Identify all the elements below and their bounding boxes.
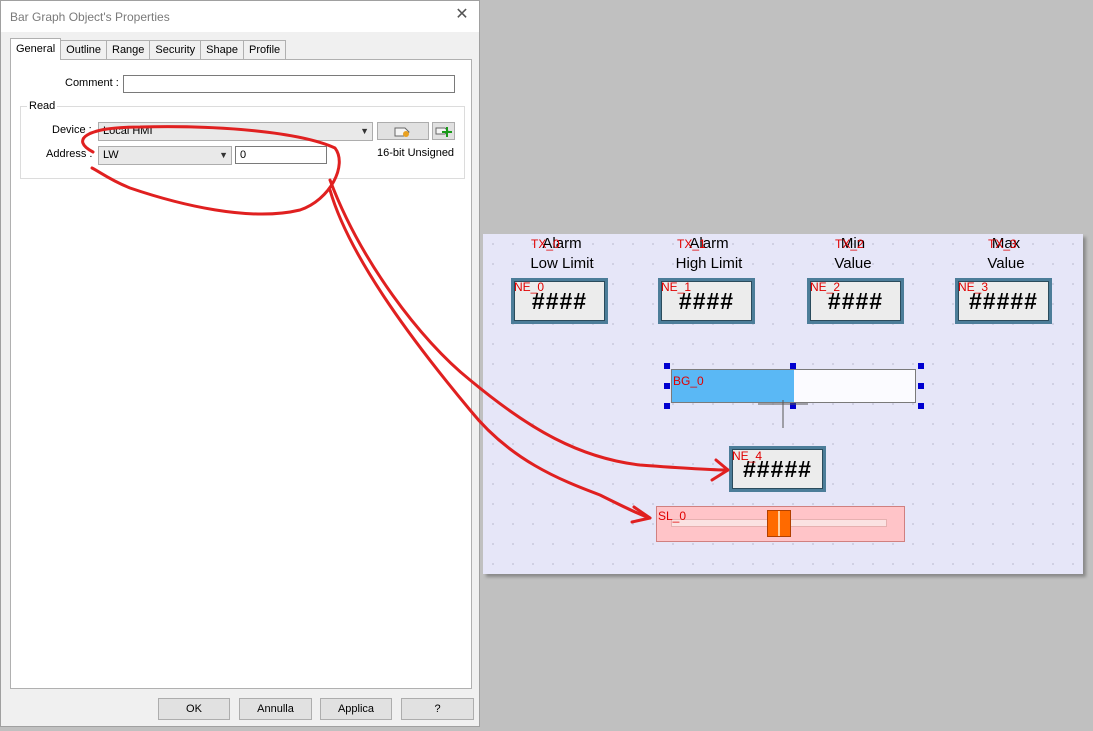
slider-sl0[interactable] xyxy=(656,506,905,542)
object-tag: TX_3 xyxy=(988,237,1017,251)
tag-settings-button[interactable] xyxy=(377,122,429,140)
text-line: Alarm xyxy=(689,235,729,252)
dialog-title: Bar Graph Object's Properties xyxy=(10,10,170,24)
selection-handle[interactable] xyxy=(918,403,924,409)
object-tag: NE_2 xyxy=(810,280,841,294)
text-line: Low Limit xyxy=(530,255,594,272)
address-type-select[interactable]: LW ▼ xyxy=(98,146,232,165)
device-label: Device : xyxy=(52,124,92,136)
selection-handle[interactable] xyxy=(664,383,670,389)
object-tag: TX_0 xyxy=(531,237,560,251)
add-tag-icon xyxy=(435,127,452,137)
selection-handle[interactable] xyxy=(790,363,796,369)
object-tag: TX_2 xyxy=(835,237,864,251)
apply-button[interactable]: Applica xyxy=(320,698,392,720)
dialog-titlebar[interactable]: Bar Graph Object's Properties ✕ xyxy=(1,1,479,32)
device-value: Local HMI xyxy=(103,125,153,137)
cancel-button[interactable]: Annulla xyxy=(239,698,312,720)
bar-graph-bg0[interactable] xyxy=(671,369,916,403)
object-tag: SL_0 xyxy=(658,509,687,523)
tab-security[interactable]: Security xyxy=(149,40,202,59)
ok-button[interactable]: OK xyxy=(158,698,230,720)
read-group xyxy=(20,106,465,179)
help-button[interactable]: ? xyxy=(401,698,474,720)
data-format-label: 16-bit Unsigned xyxy=(377,147,455,159)
selection-handle[interactable] xyxy=(918,383,924,389)
comment-label: Comment : xyxy=(65,77,119,89)
comment-input[interactable] xyxy=(123,75,455,93)
tab-range[interactable]: Range xyxy=(106,40,151,59)
text-line: Value xyxy=(834,255,872,272)
tab-outline[interactable]: Outline xyxy=(60,40,107,59)
selection-handle[interactable] xyxy=(918,363,924,369)
object-tag: NE_1 xyxy=(661,280,692,294)
text-object-low-limit[interactable]: Alarm Low Limit xyxy=(512,234,612,274)
tab-shape[interactable]: Shape xyxy=(200,40,244,59)
add-tag-button[interactable] xyxy=(432,122,455,140)
tab-general[interactable]: General xyxy=(10,38,62,60)
workspace: Bar Graph Object's Properties ✕ General … xyxy=(0,0,1093,731)
address-label: Address : xyxy=(46,148,93,160)
tag-icon xyxy=(394,127,410,137)
object-tag: BG_0 xyxy=(673,374,704,388)
selection-handle[interactable] xyxy=(790,403,796,409)
device-select[interactable]: Local HMI ▼ xyxy=(98,122,373,141)
text-line: Value xyxy=(987,255,1025,272)
address-input[interactable]: 0 xyxy=(235,146,327,164)
object-tag: NE_3 xyxy=(958,280,989,294)
tab-strip: General Outline Range Security Shape Pro… xyxy=(10,38,287,60)
close-icon[interactable]: ✕ xyxy=(453,6,471,24)
read-group-title: Read xyxy=(27,100,58,112)
slider-knob[interactable] xyxy=(767,510,791,537)
address-type-value: LW xyxy=(103,149,119,161)
tab-profile[interactable]: Profile xyxy=(242,40,287,59)
chevron-down-icon: ▼ xyxy=(360,126,369,136)
text-line: High Limit xyxy=(675,255,743,272)
selection-handle[interactable] xyxy=(664,363,670,369)
object-tag: NE_0 xyxy=(514,280,545,294)
properties-dialog: Bar Graph Object's Properties ✕ General … xyxy=(0,0,480,727)
text-line: Alarm xyxy=(542,235,582,252)
object-tag: TX_1 xyxy=(677,237,706,251)
chevron-down-icon: ▼ xyxy=(219,150,228,160)
general-panel: Comment : Read Device : Local HMI ▼ Addr… xyxy=(10,59,472,689)
object-tag: NE_4 xyxy=(732,449,763,463)
text-object-high-limit[interactable]: Alarm High Limit xyxy=(659,234,759,274)
selection-handle[interactable] xyxy=(664,403,670,409)
